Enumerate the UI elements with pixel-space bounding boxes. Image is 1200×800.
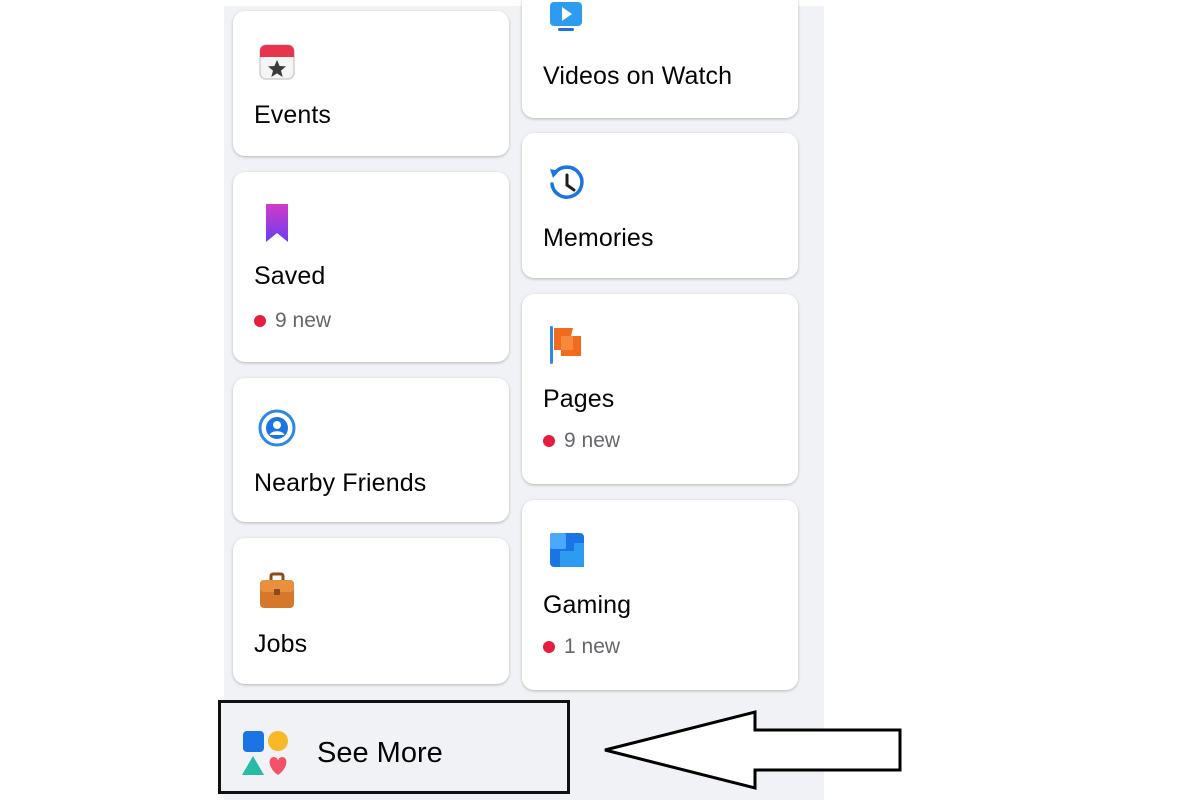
memories-card[interactable]: Memories: [522, 133, 798, 278]
flag-icon: [550, 326, 581, 364]
nearby-friends-label: Nearby Friends: [254, 469, 427, 497]
memories-label: Memories: [543, 224, 654, 252]
events-label: Events: [254, 101, 332, 129]
pages-card[interactable]: Pages 9 new: [522, 294, 798, 484]
see-more-label: See More: [317, 737, 443, 769]
gaming-badge-text: 1 new: [564, 635, 621, 658]
clock-history-icon: [550, 165, 584, 199]
saved-badge-text: 9 new: [275, 309, 332, 332]
briefcase-icon: [260, 572, 294, 608]
gaming-badge: 1 new: [543, 635, 620, 659]
location-friends-icon: [258, 409, 296, 447]
videos-on-watch-card[interactable]: Videos on Watch: [522, 0, 798, 118]
new-dot: [543, 641, 555, 653]
new-dot: [543, 435, 555, 447]
gaming-icon: [550, 533, 584, 567]
gaming-label: Gaming: [543, 591, 632, 619]
saved-card[interactable]: Saved 9 new: [233, 172, 509, 362]
calendar-star-icon: [259, 44, 295, 80]
events-card[interactable]: Events: [233, 11, 509, 156]
bookmark-icon: [266, 204, 288, 242]
annotation-arrow-icon: [604, 710, 902, 790]
gaming-card[interactable]: Gaming 1 new: [522, 500, 798, 690]
pages-label: Pages: [543, 385, 615, 413]
pages-badge-text: 9 new: [564, 429, 621, 452]
nearby-friends-card[interactable]: Nearby Friends: [233, 378, 509, 522]
jobs-label: Jobs: [254, 630, 308, 658]
shapes-icon: [242, 731, 288, 775]
see-more-button[interactable]: See More: [218, 700, 570, 794]
jobs-card[interactable]: Jobs: [233, 538, 509, 684]
watch-tv-icon: [550, 2, 582, 31]
videos-on-watch-label: Videos on Watch: [543, 62, 733, 90]
new-dot: [254, 315, 266, 327]
saved-label: Saved: [254, 262, 326, 290]
saved-badge: 9 new: [254, 309, 331, 333]
pages-badge: 9 new: [543, 429, 620, 453]
